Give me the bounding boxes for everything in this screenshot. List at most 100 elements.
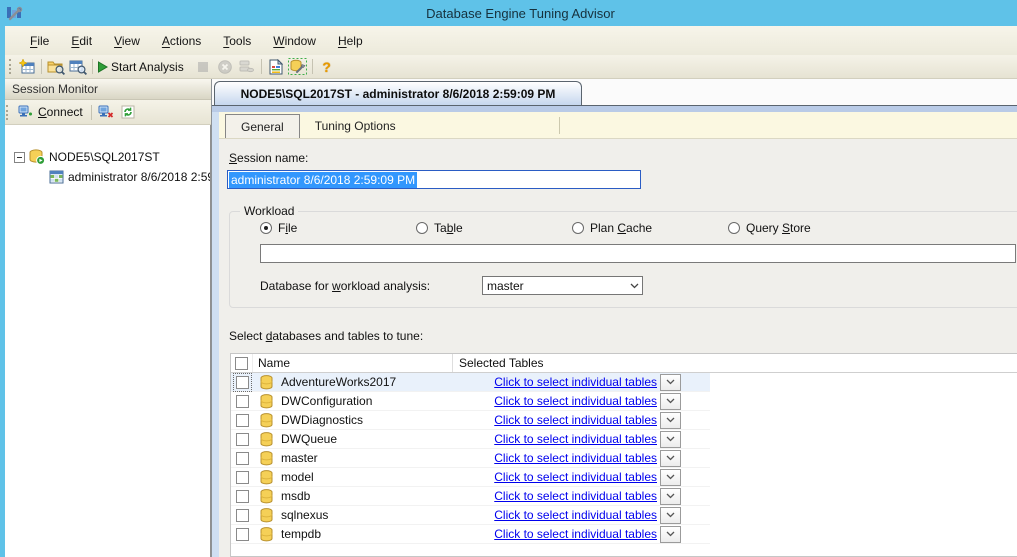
tree-node-session[interactable]: administrator 8/6/2018 2:59: [5,167,210,187]
database-name: DWConfiguration [281,394,372,408]
workload-radio-row: File TablePlan CacheQuery Store [260,221,1016,235]
collapse-icon[interactable] [14,152,25,163]
table-row[interactable]: DWDiagnosticsClick to select individual … [231,411,710,430]
row-checkbox[interactable] [236,395,249,408]
selected-tables-cell: Click to select individual tables [453,469,684,486]
open-workload-table-icon[interactable] [67,57,89,77]
selected-tables-cell: Click to select individual tables [453,450,684,467]
page-tabstrip: GeneralTuning Options [219,112,1017,139]
menu-edit[interactable]: Edit [60,30,103,52]
database-for-workload-label: Database for workload analysis: [260,279,436,293]
refresh-icon[interactable] [117,102,139,122]
database-name: model [281,470,314,484]
session-monitor-header: Session Monitor [5,79,211,100]
tables-dropdown-button[interactable] [660,393,681,410]
database-icon [260,394,273,409]
combobox-value: master [487,279,524,293]
new-session-icon[interactable] [16,57,38,77]
disconnect-icon[interactable] [95,102,117,122]
toolbar-grip [6,105,9,120]
database-name: msdb [281,489,310,503]
tables-dropdown-button[interactable] [660,507,681,524]
dta-window: Database Engine Tuning Advisor FileEditV… [0,0,1017,557]
column-header-selected-tables[interactable]: Selected Tables [453,354,684,372]
help-icon[interactable]: ? [316,57,338,77]
select-individual-tables-link[interactable]: Click to select individual tables [494,470,657,484]
tables-dropdown-button[interactable] [660,488,681,505]
tables-dropdown-button[interactable] [660,450,681,467]
session-name-input[interactable]: administrator 8/6/2018 2:59:09 PM [227,170,641,189]
report-icon[interactable] [265,57,287,77]
radio-label: File [278,221,297,235]
menu-window[interactable]: Window [262,30,327,52]
tree-node-label: NODE5\SQL2017ST [49,150,160,164]
table-row[interactable]: DWQueue Click to select individual tables [231,430,710,449]
selected-tables-cell: Click to select individual tables [453,526,684,543]
menu-tools[interactable]: Tools [212,30,262,52]
row-checkbox[interactable] [236,509,249,522]
selected-tables-cell: Click to select individual tables [453,488,684,505]
select-individual-tables-link[interactable]: Click to select individual tables [494,375,657,389]
table-row[interactable]: msdb Click to select individual tables [231,487,710,506]
selected-tables-cell: Click to select individual tables [453,393,684,410]
tables-dropdown-button[interactable] [660,469,681,486]
menu-actions[interactable]: Actions [151,30,212,52]
select-individual-tables-link[interactable]: Click to select individual tables [494,527,657,541]
connect-button[interactable]: Connect [13,103,88,121]
tables-dropdown-button[interactable] [660,374,681,391]
selected-tables-cell: Click to select individual tables [453,431,684,448]
database-name-cell: sqlnexus [253,508,453,523]
radio-icon [572,222,584,234]
document-tab[interactable]: NODE5\SQL2017ST - administrator 8/6/2018… [214,81,582,105]
row-checkbox[interactable] [236,452,249,465]
table-row[interactable]: sqlnexus Click to select individual table… [231,506,710,525]
database-name: sqlnexus [281,508,328,522]
radio-table[interactable]: Table [416,221,572,235]
menu-view[interactable]: View [103,30,151,52]
selected-tables-cell: Click to select individual tables [453,412,684,429]
row-checkbox[interactable] [236,414,249,427]
row-checkbox[interactable] [236,471,249,484]
database-name-cell: DWQueue [253,432,453,447]
table-row[interactable]: masterClick to select individual tables [231,449,710,468]
select-all-checkbox[interactable] [235,357,248,370]
menu-help[interactable]: Help [327,30,374,52]
select-individual-tables-link[interactable]: Click to select individual tables [494,394,657,408]
row-checkbox[interactable] [236,490,249,503]
tree-node-server[interactable]: NODE5\SQL2017ST [5,147,210,167]
tables-dropdown-button[interactable] [660,412,681,429]
checkbox-cell [231,376,253,389]
table-row[interactable]: AdventureWorks2017Click to select indivi… [231,373,710,392]
tables-dropdown-button[interactable] [660,431,681,448]
select-individual-tables-link[interactable]: Click to select individual tables [494,413,657,427]
app-icon [6,5,24,21]
column-header-name[interactable]: Name [253,354,453,372]
tab-tuning-options[interactable]: Tuning Options [300,115,411,138]
select-individual-tables-link[interactable]: Click to select individual tables [494,432,657,446]
database-combobox[interactable]: master [482,276,643,295]
database-name-cell: DWConfiguration [253,394,453,409]
menu-file[interactable]: File [19,30,60,52]
tables-dropdown-button[interactable] [660,526,681,543]
select-individual-tables-link[interactable]: Click to select individual tables [494,508,657,522]
start-analysis-button[interactable]: Start Analysis [96,57,192,77]
database-name: DWQueue [281,432,337,446]
open-workload-file-icon[interactable] [45,57,67,77]
tab-general[interactable]: General [225,114,300,138]
row-checkbox[interactable] [236,376,249,389]
radio-file[interactable]: File [260,221,416,235]
select-individual-tables-link[interactable]: Click to select individual tables [494,489,657,503]
radio-query-store[interactable]: Query Store [728,221,884,235]
table-row[interactable]: tempdbClick to select individual tables [231,525,710,544]
radio-plan-cache[interactable]: Plan Cache [572,221,728,235]
tune-database-icon[interactable] [287,57,309,77]
connect-icon [18,105,34,119]
table-row[interactable]: model Click to select individual tables [231,468,710,487]
workspace: Session Monitor [5,79,1017,557]
row-checkbox[interactable] [236,528,249,541]
workload-file-input[interactable] [260,244,1016,263]
row-checkbox[interactable] [236,433,249,446]
select-individual-tables-link[interactable]: Click to select individual tables [494,451,657,465]
frame-left-strip [212,112,219,557]
table-row[interactable]: DWConfiguration Click to select individua… [231,392,710,411]
